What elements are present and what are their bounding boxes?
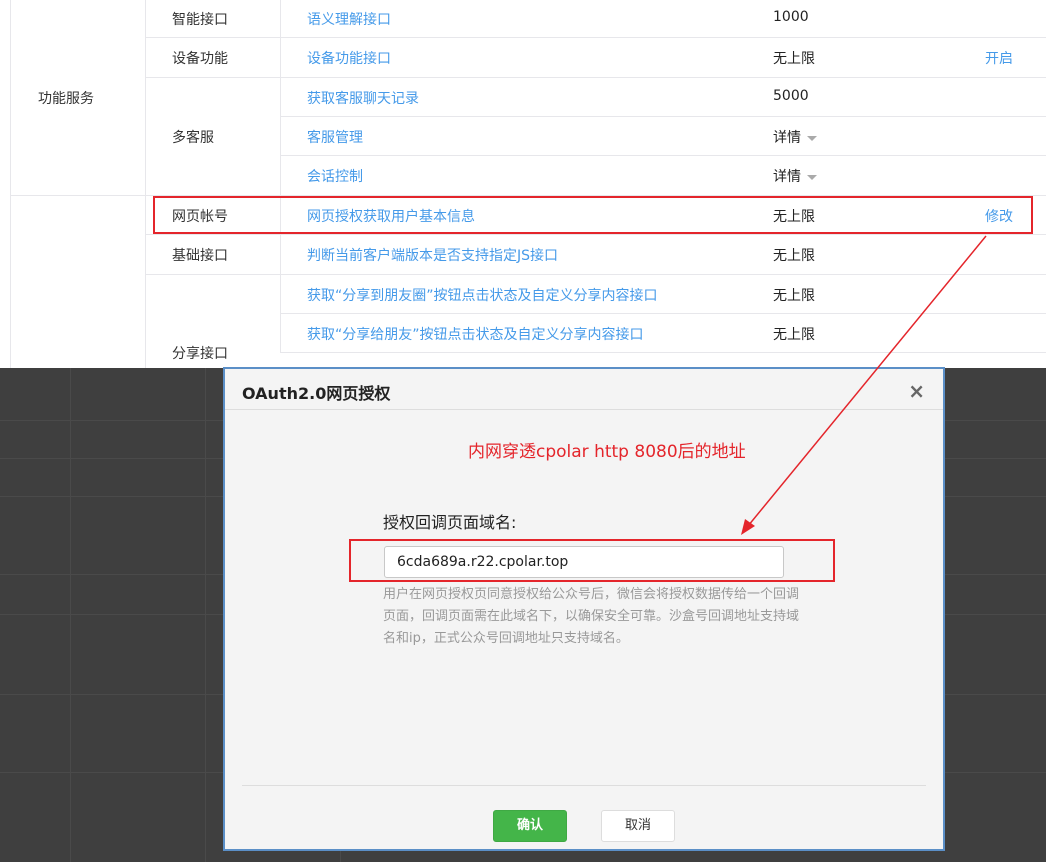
group-label: 分享接口 [172,346,228,362]
category-cell [10,195,145,375]
group-label: 智能接口 [172,12,228,28]
api-link[interactable]: 获取客服聊天记录 [307,88,419,108]
footer-divider [242,785,926,786]
table-row: 获取“分享给朋友”按钮点击状态及自定义分享内容接口 无上限 [280,314,1046,353]
details-dropdown[interactable]: 详情 [773,127,817,147]
api-link[interactable]: 获取“分享到朋友圈”按钮点击状态及自定义分享内容接口 [307,285,658,305]
api-limit: 无上限 [773,327,815,343]
group-cell: 基础接口 [145,235,280,275]
api-limit: 5000 [773,88,809,104]
table-row: 语义理解接口 1000 [280,0,1046,38]
table-row: 获取“分享到朋友圈”按钮点击状态及自定义分享内容接口 无上限 [280,275,1046,314]
highlight-box-row [153,196,1033,234]
overlay-gridline [205,368,206,862]
api-link[interactable]: 设备功能接口 [307,48,391,68]
enable-link[interactable]: 开启 [985,48,1013,68]
api-link[interactable]: 客服管理 [307,127,363,147]
field-label: 授权回调页面域名: [383,513,517,532]
api-link[interactable]: 获取“分享给朋友”按钮点击状态及自定义分享内容接口 [307,324,644,344]
dialog-header: OAuth2.0网页授权 × [225,369,943,410]
group-cell: 智能接口 [145,0,280,38]
highlight-box-input [349,539,835,582]
oauth-dialog: OAuth2.0网页授权 × 内网穿透cpolar http 8080后的地址 … [223,367,945,851]
overlay-gridline [70,368,71,862]
table-row: 判断当前客户端版本是否支持指定JS接口 无上限 [280,235,1046,275]
caret-down-icon [807,174,817,180]
annotation-text: 内网穿透cpolar http 8080后的地址 [468,442,746,462]
table-row: 会话控制 详情 [280,156,1046,196]
table-row: 获取客服聊天记录 5000 [280,78,1046,117]
help-text: 用户在网页授权页同意授权给公众号后，微信会将授权数据传给一个回调页面，回调页面需… [383,587,800,646]
group-cell: 设备功能 [145,38,280,78]
group-cell: 分享接口 [145,275,280,375]
table-row: 设备功能接口 无上限 开启 [280,38,1046,78]
api-limit: 无上限 [773,51,815,67]
details-label: 详情 [773,169,801,185]
group-cell: 多客服 [145,78,280,196]
close-icon[interactable]: × [908,379,925,403]
table-row: 客服管理 详情 [280,117,1046,156]
api-link[interactable]: 语义理解接口 [307,9,391,29]
api-limit: 无上限 [773,288,815,304]
details-dropdown[interactable]: 详情 [773,166,817,186]
group-label: 基础接口 [172,248,228,264]
api-limit: 无上限 [773,248,815,264]
caret-down-icon [807,135,817,141]
group-label: 设备功能 [172,51,228,67]
api-link[interactable]: 会话控制 [307,166,363,186]
api-limit: 1000 [773,9,809,25]
confirm-button[interactable]: 确认 [493,810,567,842]
dialog-title: OAuth2.0网页授权 [242,384,391,403]
api-link[interactable]: 判断当前客户端版本是否支持指定JS接口 [307,245,558,265]
group-label: 多客服 [172,130,214,146]
cancel-button[interactable]: 取消 [601,810,675,842]
screenshot: 功能服务 智能接口 设备功能 多客服 网页帐号 基础接口 分享接口 语义理解接口… [0,0,1046,862]
category-cell: 功能服务 [10,0,145,196]
category-label: 功能服务 [38,91,94,107]
details-label: 详情 [773,130,801,146]
